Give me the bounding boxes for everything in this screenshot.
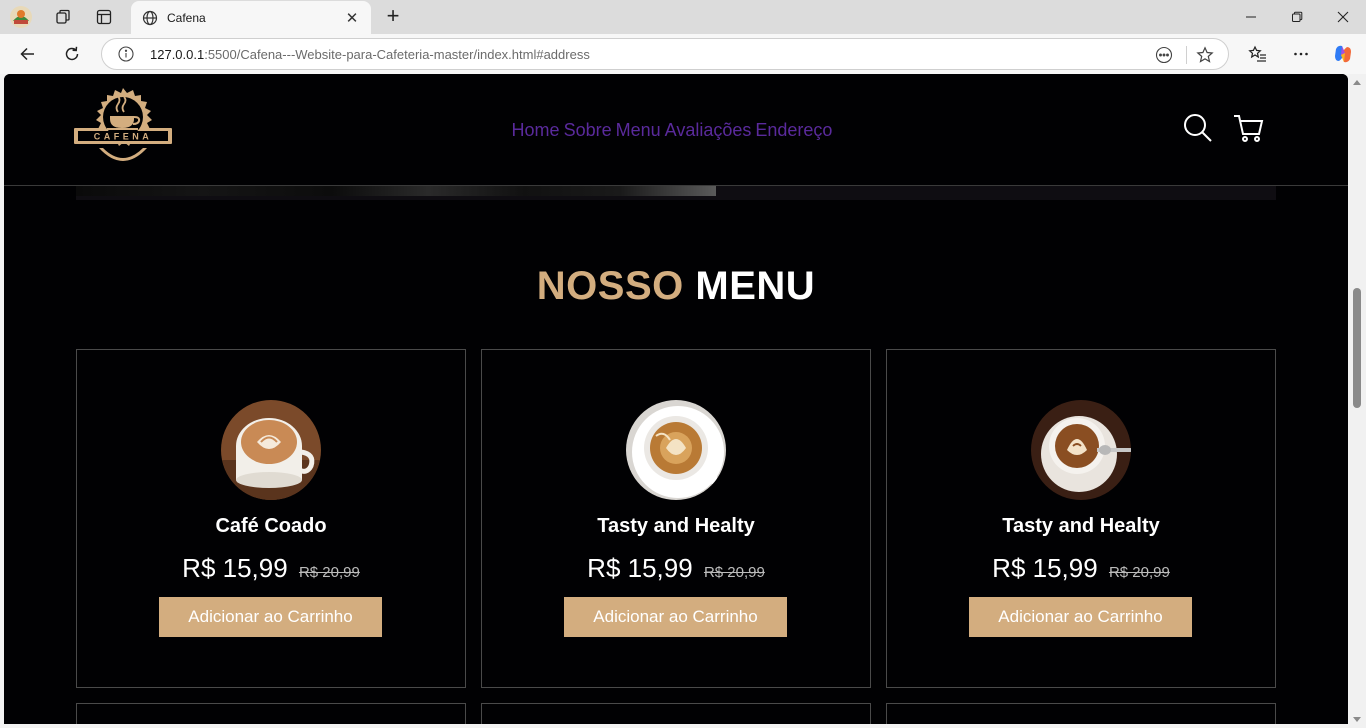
close-window-icon[interactable] <box>1320 0 1366 34</box>
page-viewport: CAFENA Home Sobre Menu Avaliações Endere… <box>4 74 1348 724</box>
profile-avatar-icon[interactable] <box>8 5 34 29</box>
add-to-cart-button[interactable]: Adicionar ao Carrinho <box>159 597 382 637</box>
coffee-photo <box>221 400 321 500</box>
search-icon[interactable] <box>1182 112 1214 144</box>
scrollbar-thumb[interactable] <box>1353 288 1361 408</box>
scroll-up-arrow[interactable] <box>1353 80 1361 85</box>
url-path: :5500/Cafena---Website-para-Cafeteria-ma… <box>204 47 590 62</box>
address-bar[interactable]: 127.0.0.1:5500/Cafena---Website-para-Caf… <box>101 38 1229 70</box>
item-price: R$ 15,99 R$ 20,99 <box>887 553 1275 584</box>
old-price: R$ 20,99 <box>298 564 360 581</box>
url-text: 127.0.0.1:5500/Cafena---Website-para-Caf… <box>150 47 590 62</box>
item-price: R$ 15,99 R$ 20,99 <box>482 553 870 584</box>
old-price: R$ 20,99 <box>1108 564 1170 581</box>
omnibox-separator <box>1186 46 1187 64</box>
section-title-accent: NOSSO <box>536 264 684 308</box>
item-name: Tasty and Healty <box>1002 515 1160 537</box>
site-header: CAFENA Home Sobre Menu Avaliações Endere… <box>4 74 1348 186</box>
close-tab-icon[interactable]: ✕ <box>343 9 361 27</box>
nav-home[interactable]: Home <box>512 120 560 141</box>
item-price: R$ 15,99 R$ 20,99 <box>77 553 465 584</box>
item-name: Tasty and Healty <box>597 515 755 537</box>
site-info-icon[interactable] <box>118 46 134 62</box>
main-nav: Home Sobre Menu Avaliações Endereço <box>4 74 1348 186</box>
browser-tab-bar: Cafena ✕ + <box>0 0 1366 34</box>
workspaces-icon[interactable] <box>50 5 76 29</box>
new-tab-button[interactable]: + <box>380 5 406 29</box>
scroll-down-arrow[interactable] <box>1353 717 1361 722</box>
minimize-icon[interactable] <box>1228 0 1274 34</box>
section-title-rest: MENU <box>695 264 816 308</box>
hero-image-strip <box>76 186 1276 200</box>
browser-toolbar: 127.0.0.1:5500/Cafena---Website-para-Caf… <box>0 34 1366 74</box>
section-title: NOSSO MENU <box>4 264 1348 309</box>
back-icon[interactable] <box>13 39 43 69</box>
globe-icon <box>141 9 159 27</box>
menu-card: Tasty and Healty R$ 15,99 R$ 20,99 Adici… <box>481 349 871 688</box>
settings-more-icon[interactable] <box>1286 39 1316 69</box>
page-scrollbar[interactable] <box>1349 74 1366 728</box>
refresh-icon[interactable] <box>57 39 87 69</box>
menu-card-partial <box>886 703 1276 724</box>
current-price: R$ 15,99 <box>992 553 1098 583</box>
nav-endereco[interactable]: Endereço <box>755 120 832 141</box>
restore-icon[interactable] <box>1274 0 1320 34</box>
nav-avaliacoes[interactable]: Avaliações <box>665 120 752 141</box>
vertical-tabs-icon[interactable] <box>91 5 117 29</box>
add-to-cart-button[interactable]: Adicionar ao Carrinho <box>969 597 1192 637</box>
more-page-options-icon[interactable] <box>1154 45 1174 65</box>
coffee-photo <box>1031 400 1131 500</box>
old-price: R$ 20,99 <box>703 564 765 581</box>
menu-card: Café Coado R$ 15,99 R$ 20,99 Adicionar a… <box>76 349 466 688</box>
item-name: Café Coado <box>215 515 327 537</box>
tab-title: Cafena <box>167 10 206 25</box>
nav-sobre[interactable]: Sobre <box>564 120 612 141</box>
menu-card-partial <box>76 703 466 724</box>
add-to-cart-button[interactable]: Adicionar ao Carrinho <box>564 597 787 637</box>
menu-card: Tasty and Healty R$ 15,99 R$ 20,99 Adici… <box>886 349 1276 688</box>
nav-menu[interactable]: Menu <box>616 120 661 141</box>
favorite-star-icon[interactable] <box>1195 45 1215 65</box>
copilot-icon[interactable] <box>1328 39 1358 69</box>
active-tab[interactable]: Cafena ✕ <box>131 1 371 34</box>
hero-image <box>76 186 716 196</box>
cart-icon[interactable] <box>1232 112 1264 144</box>
url-host: 127.0.0.1 <box>150 47 205 62</box>
current-price: R$ 15,99 <box>587 553 693 583</box>
current-price: R$ 15,99 <box>182 553 288 583</box>
favorites-icon[interactable] <box>1243 39 1273 69</box>
menu-card-partial <box>481 703 871 724</box>
coffee-photo <box>626 400 726 500</box>
